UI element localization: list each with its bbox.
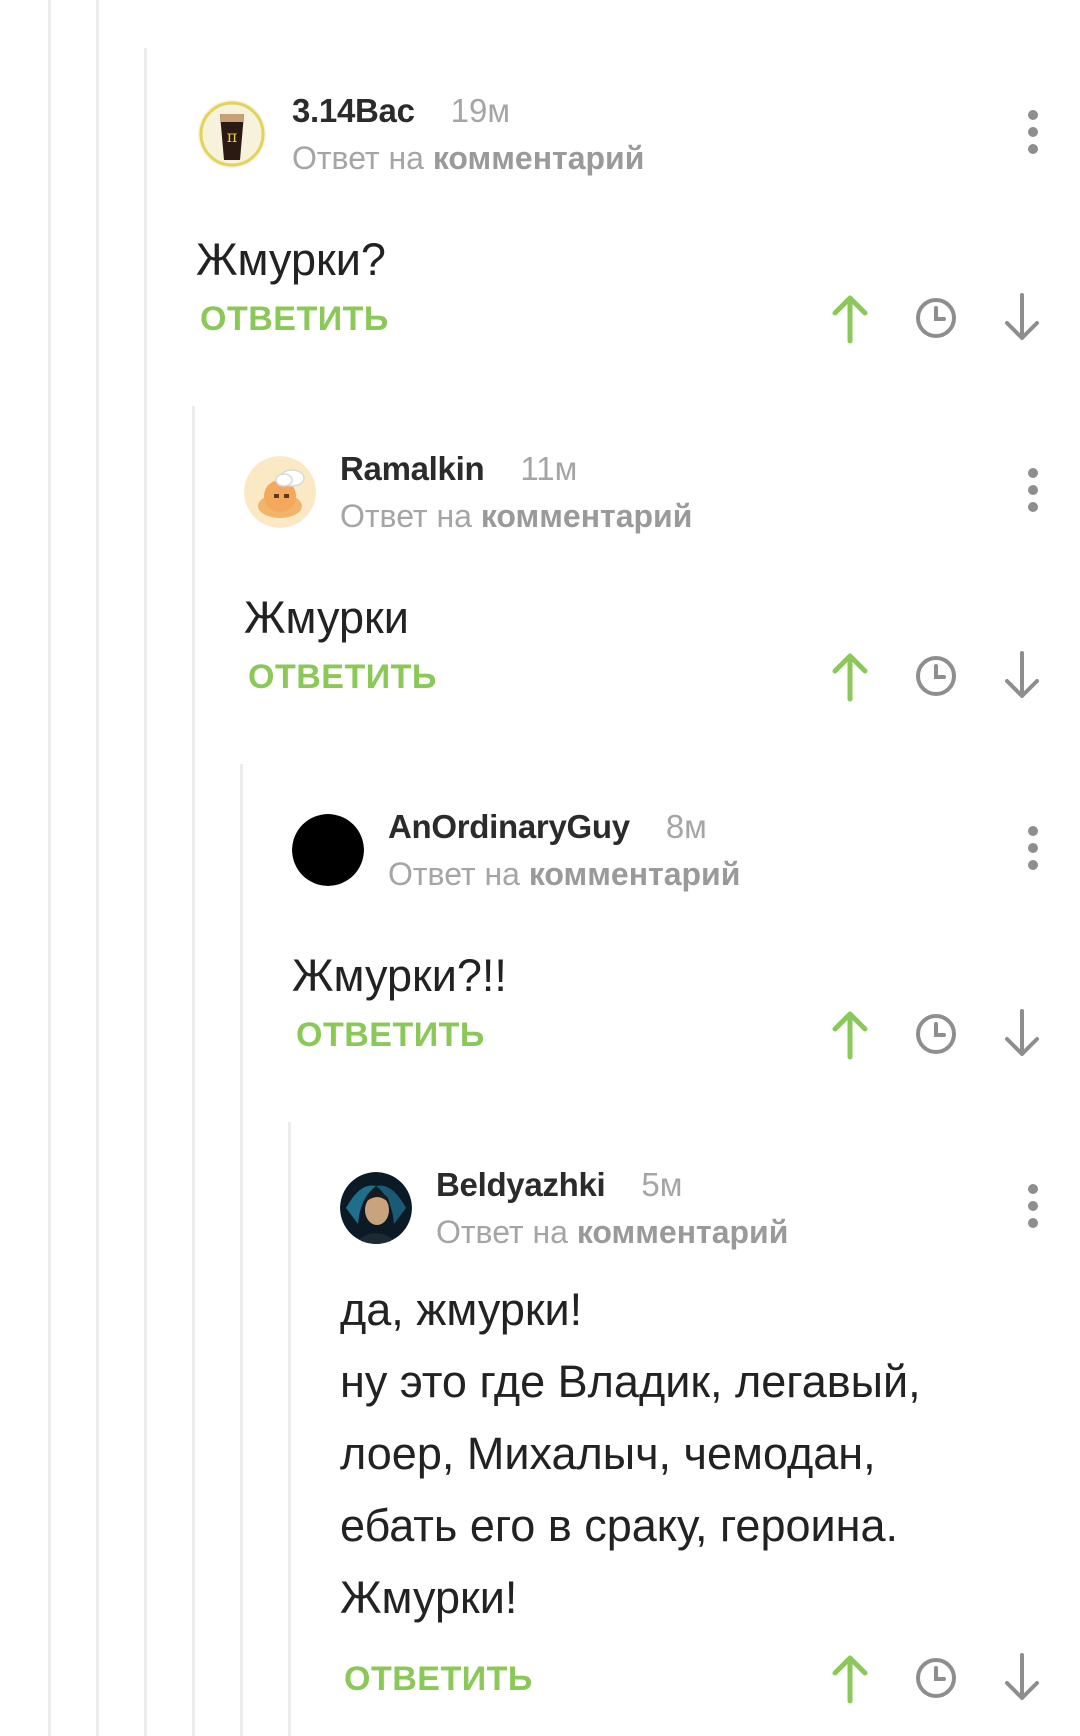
arrow-up-icon [832, 1011, 868, 1060]
upvote-button[interactable] [824, 1008, 876, 1060]
username[interactable]: Beldyazhki [436, 1166, 606, 1204]
comment-meta: Ramalkin 11м Ответ на комментарий [340, 450, 692, 535]
clock-icon [916, 1658, 956, 1698]
reply-button[interactable]: ОТВЕТИТЬ [248, 658, 437, 697]
thread-line [240, 764, 243, 1736]
thread-line [288, 1122, 291, 1736]
downvote-button[interactable] [996, 292, 1048, 344]
more-vertical-icon[interactable] [1026, 468, 1040, 512]
timestamp: 8м [665, 808, 707, 845]
beer-glass-pi-avatar: π [198, 100, 266, 168]
comment-text-line: да, жмурки! [340, 1284, 583, 1335]
comment-meta: 3.14Вас 19м Ответ на комментарий [292, 92, 644, 177]
comment-meta: AnOrdinaryGuy 8м Ответ на комментарий [388, 808, 740, 893]
arrow-up-icon [832, 1655, 868, 1704]
arrow-down-icon [1005, 651, 1039, 698]
comment-text-line: Жмурки [244, 592, 409, 643]
comment: AnOrdinaryGuy 8м Ответ на комментарий Жм… [292, 776, 1080, 1106]
more-vertical-icon[interactable] [1026, 1184, 1040, 1228]
user-avatar[interactable]: π [196, 98, 268, 170]
clock-icon [916, 1014, 956, 1054]
username[interactable]: Ramalkin [340, 450, 485, 488]
arrow-down-icon [1005, 293, 1039, 340]
comment: π 3.14Вас 19м Ответ на комментарий Жмурк… [196, 60, 1080, 390]
timestamp: 5м [641, 1166, 683, 1203]
reply-to-prefix: Ответ на [340, 498, 472, 534]
comment-text: Жмурки [244, 582, 1040, 654]
parent-comment-link[interactable]: комментарий [433, 140, 645, 176]
parent-comment-link[interactable]: комментарий [529, 856, 741, 892]
photo-portrait-avatar [340, 1172, 412, 1244]
thread-line [96, 0, 99, 1736]
arrow-up-icon [832, 653, 868, 702]
comment: Beldyazhki 5м Ответ на комментарий да, ж… [340, 1134, 1080, 1736]
parent-comment-link[interactable]: комментарий [481, 498, 693, 534]
save-button[interactable] [910, 1008, 962, 1060]
reply-button[interactable]: ОТВЕТИТЬ [344, 1660, 533, 1699]
reply-to-prefix: Ответ на [292, 140, 424, 176]
comment-text: Жмурки?!! [292, 940, 1040, 1012]
reply-to-prefix: Ответ на [436, 1214, 568, 1250]
arrow-down-icon [1005, 1009, 1039, 1056]
comment-text-line: ну это где Владик, легавый, [340, 1356, 921, 1407]
reply-button[interactable]: ОТВЕТИТЬ [200, 300, 389, 339]
timestamp: 19м [450, 92, 511, 129]
clock-icon [916, 656, 956, 696]
upvote-button[interactable] [824, 650, 876, 702]
comment-meta: Beldyazhki 5м Ответ на комментарий [436, 1166, 788, 1251]
thread-line [192, 406, 195, 1736]
reply-to-line: Ответ на комментарий [340, 498, 692, 535]
parent-comment-link[interactable]: комментарий [577, 1214, 789, 1250]
black-circle-avatar [292, 814, 364, 886]
comment-text: Жмурки? [196, 224, 1040, 296]
comment-text-line: ебать его в сраку, героина. [340, 1500, 899, 1551]
downvote-button[interactable] [996, 650, 1048, 702]
username[interactable]: AnOrdinaryGuy [388, 808, 630, 846]
reply-to-line: Ответ на комментарий [292, 140, 644, 177]
comment-text-line: Жмурки! [340, 1572, 518, 1623]
reply-to-prefix: Ответ на [388, 856, 520, 892]
reply-to-line: Ответ на комментарий [388, 856, 740, 893]
timestamp: 11м [520, 450, 578, 487]
clock-icon [916, 298, 956, 338]
user-avatar[interactable] [292, 814, 364, 886]
upvote-button[interactable] [824, 1652, 876, 1704]
chef-cartoon-avatar [244, 456, 316, 528]
save-button[interactable] [910, 292, 962, 344]
username[interactable]: 3.14Вас [292, 92, 415, 130]
downvote-button[interactable] [996, 1652, 1048, 1704]
svg-text:π: π [227, 127, 238, 146]
save-button[interactable] [910, 650, 962, 702]
thread-line [48, 0, 51, 1736]
reply-button[interactable]: ОТВЕТИТЬ [296, 1016, 485, 1055]
comment: Ramalkin 11м Ответ на комментарий Жмурки… [244, 418, 1080, 748]
comment-text-line: Жмурки?!! [292, 950, 507, 1001]
comment-text: да, жмурки! ну это где Владик, легавый, … [340, 1274, 1040, 1634]
more-vertical-icon[interactable] [1026, 826, 1040, 870]
arrow-up-icon [832, 295, 868, 344]
save-button[interactable] [910, 1652, 962, 1704]
more-vertical-icon[interactable] [1026, 110, 1040, 154]
user-avatar[interactable] [340, 1172, 412, 1244]
arrow-down-icon [1005, 1653, 1039, 1700]
upvote-button[interactable] [824, 292, 876, 344]
thread-line [144, 48, 147, 1736]
comment-text-line: Жмурки? [196, 234, 386, 285]
user-avatar[interactable] [244, 456, 316, 528]
downvote-button[interactable] [996, 1008, 1048, 1060]
reply-to-line: Ответ на комментарий [436, 1214, 788, 1251]
comment-text-line: лоер, Михалыч, чемодан, [340, 1428, 876, 1479]
